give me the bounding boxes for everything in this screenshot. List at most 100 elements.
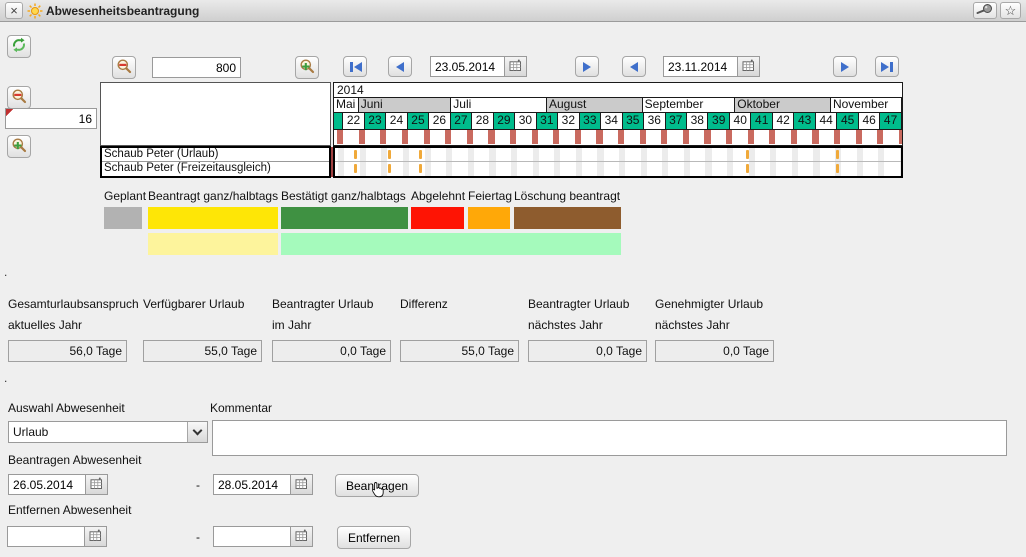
week-cell[interactable]: 36 [644, 113, 665, 129]
week-cell[interactable]: 42 [773, 113, 794, 129]
comment-textarea[interactable] [212, 420, 1007, 456]
week-cell[interactable]: 45 [837, 113, 858, 129]
legend-label: Löschung beantragt [514, 189, 620, 203]
row-zoom-out-button[interactable] [7, 86, 31, 109]
zoom-out-button[interactable] [112, 56, 136, 79]
week-cell[interactable]: 26 [429, 113, 450, 129]
weekend-bar [877, 130, 883, 144]
row-height-field[interactable] [5, 108, 97, 129]
weekend-bar [748, 130, 754, 144]
month-cell: Oktober [735, 98, 831, 112]
summary-label-line1: Verfügbarer Urlaub [143, 297, 244, 311]
remove-to-calendar-button[interactable] [291, 526, 313, 547]
nav-next-to-button[interactable] [833, 56, 857, 77]
close-button[interactable]: × [5, 2, 23, 19]
chevron-down-icon [193, 425, 203, 435]
weekend-bar [791, 130, 797, 144]
week-cell[interactable]: 29 [494, 113, 515, 129]
week-cell[interactable]: 22 [343, 113, 364, 129]
remove-to-field[interactable] [213, 526, 291, 547]
week-cell[interactable]: 37 [666, 113, 687, 129]
week-cell[interactable]: 27 [451, 113, 472, 129]
timeline-row-label[interactable]: Schaub Peter (Freizeitausgleich) [102, 162, 329, 176]
week-cell[interactable]: 34 [601, 113, 622, 129]
week-cell[interactable]: 39 [708, 113, 729, 129]
range-dash: - [193, 478, 203, 492]
absence-type-select[interactable]: Urlaub [8, 421, 208, 443]
nav-prev-from-button[interactable] [388, 56, 412, 77]
week-cell[interactable]: 43 [794, 113, 815, 129]
month-cell: Mai [334, 98, 359, 112]
refresh-button[interactable] [7, 35, 31, 58]
remove-from-calendar-button[interactable] [85, 526, 107, 547]
remove-section-label: Entfernen Abwesenheit [8, 503, 131, 517]
week-cell[interactable]: 28 [472, 113, 493, 129]
summary-value: 55,0 Tage [143, 340, 262, 362]
request-from-field[interactable] [8, 474, 86, 495]
arrow-right-icon [881, 62, 889, 72]
weekend-bar [424, 130, 430, 144]
range-dash: - [193, 530, 203, 544]
week-cell[interactable]: 46 [859, 113, 880, 129]
week-cell[interactable]: 33 [580, 113, 601, 129]
weekend-bar [618, 130, 624, 144]
date-from-field[interactable] [430, 56, 505, 77]
date-to-calendar-button[interactable] [738, 56, 760, 77]
week-cell[interactable]: 47 [880, 113, 901, 129]
date-to-field[interactable] [663, 56, 738, 77]
legend-swatch-half [148, 233, 278, 255]
week-cell[interactable]: 30 [515, 113, 536, 129]
week-cell[interactable]: 44 [816, 113, 837, 129]
row-zoom-in-button[interactable] [7, 135, 31, 158]
request-from-calendar-button[interactable] [86, 474, 108, 495]
weekend-bar [640, 130, 646, 144]
week-cell[interactable]: 38 [687, 113, 708, 129]
request-to-field[interactable] [213, 474, 291, 495]
summary-value: 0,0 Tage [272, 340, 391, 362]
select-dropdown-button[interactable] [187, 422, 207, 442]
week-cell[interactable]: 41 [751, 113, 772, 129]
week-cell[interactable]: 40 [730, 113, 751, 129]
date-to-group [663, 56, 760, 77]
zoom-field[interactable] [152, 57, 241, 78]
week-cell[interactable]: 35 [623, 113, 644, 129]
week-cell[interactable]: 23 [365, 113, 386, 129]
nav-prev-to-button[interactable] [622, 56, 646, 77]
sun-icon [27, 3, 43, 22]
week-cell[interactable]: 24 [386, 113, 407, 129]
weekend-bar [834, 130, 840, 144]
holiday-tick [388, 164, 391, 173]
remove-from-field[interactable] [7, 526, 85, 547]
calendar-icon [90, 477, 103, 493]
nav-last-button[interactable] [875, 56, 899, 77]
week-cell[interactable]: 25 [408, 113, 429, 129]
request-from-group [8, 474, 108, 495]
zoom-in-button[interactable] [295, 56, 319, 79]
week-cell[interactable]: 32 [558, 113, 579, 129]
title-bar: × Abwesenheitsbeantragung ☆ [0, 0, 1026, 22]
request-to-calendar-button[interactable] [291, 474, 313, 495]
nav-next-from-button[interactable] [575, 56, 599, 77]
week-row: 2223242526272829303132333435363738394041… [334, 113, 902, 130]
summary-label-line2: aktuelles Jahr [8, 318, 82, 332]
pin-icon [976, 2, 994, 19]
legend-swatch [411, 207, 464, 229]
week-cell[interactable]: 31 [537, 113, 558, 129]
weekend-bar [596, 130, 602, 144]
request-submit-button[interactable]: Beantragen [335, 474, 419, 497]
remove-submit-button[interactable]: Entfernen [337, 526, 411, 549]
nav-first-button[interactable] [343, 56, 367, 77]
timeline-row-label[interactable]: Schaub Peter (Urlaub) [102, 148, 329, 162]
absence-request-window: × Abwesenheitsbeantragung ☆ [0, 0, 1026, 557]
timeline-row[interactable] [335, 148, 901, 162]
favorite-button[interactable]: ☆ [1000, 2, 1021, 19]
arrow-left-icon [396, 62, 404, 72]
pin-button[interactable] [973, 2, 997, 19]
absence-type-value: Urlaub [9, 422, 187, 442]
timeline-row[interactable] [335, 162, 901, 176]
comment-label: Kommentar [210, 401, 272, 415]
legend-swatch-half [281, 233, 621, 255]
week-cell-partial[interactable] [334, 113, 343, 129]
date-from-calendar-button[interactable] [505, 56, 527, 77]
weekend-bar [510, 130, 516, 144]
